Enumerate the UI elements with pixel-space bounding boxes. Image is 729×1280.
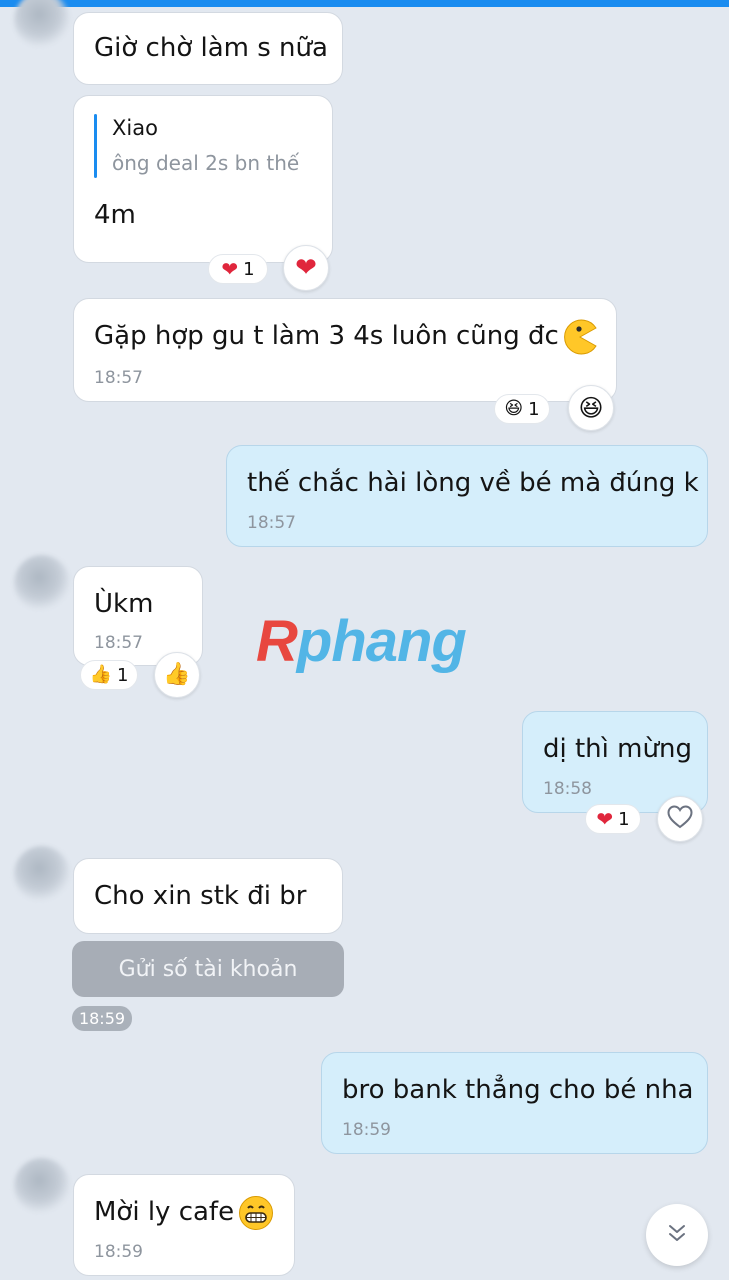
message-time: 18:59 — [342, 1120, 391, 1140]
message-text: Ùkm — [94, 589, 154, 619]
watermark-first-letter: R — [256, 609, 298, 674]
avatar[interactable] — [14, 1158, 70, 1214]
react-button[interactable]: 😆 — [568, 385, 614, 431]
reaction-count[interactable]: ❤ 1 — [585, 804, 641, 834]
quote-text: ông deal 2s bn thế — [112, 151, 300, 175]
message-time: 18:59 — [72, 1006, 132, 1031]
heart-outline-icon — [667, 805, 693, 833]
message-bubble-outgoing[interactable]: thế chắc hài lòng về bé mà đúng k 18:57 — [226, 445, 708, 547]
message-text: thế chắc hài lòng về bé mà đúng k — [247, 468, 699, 498]
heart-icon: ❤ — [596, 807, 614, 831]
avatar[interactable] — [14, 0, 70, 48]
react-button[interactable] — [657, 796, 703, 842]
heart-icon: ❤ — [221, 257, 239, 281]
avatar[interactable] — [14, 846, 70, 902]
send-account-number-button[interactable]: Gửi số tài khoản — [72, 941, 344, 997]
reaction-count-number: 1 — [243, 258, 255, 280]
heart-icon: ❤ — [295, 253, 317, 283]
reaction-count[interactable]: 👍 1 — [80, 660, 138, 690]
grinning-face-icon — [238, 1195, 274, 1231]
avatar[interactable] — [14, 555, 70, 611]
message-bubble-incoming[interactable]: Xiao ông deal 2s bn thế 4m — [73, 95, 333, 263]
message-text: Gặp hợp gu t làm 3 4s luôn cũng đc — [94, 321, 559, 351]
watermark-rest: phang — [296, 609, 467, 674]
reaction-count[interactable]: 😆 1 — [494, 394, 550, 424]
thumbs-up-icon: 👍 — [89, 664, 112, 685]
message-text: 4m — [94, 200, 136, 230]
react-button[interactable]: ❤ — [283, 245, 329, 291]
quote-author: Xiao — [112, 116, 158, 140]
thumbs-up-icon: 👍 — [163, 662, 191, 687]
pacman-emoji-icon — [562, 319, 598, 355]
reaction-count-number: 1 — [528, 398, 540, 420]
laughing-face-icon: 😆 — [578, 394, 604, 422]
message-bubble-incoming[interactable]: Cho xin stk đi br — [73, 858, 343, 934]
watermark-logo: Rphang — [256, 608, 467, 675]
message-bubble-outgoing[interactable]: bro bank thẳng cho bé nha 18:59 — [321, 1052, 708, 1154]
message-text: dị thì mừng — [543, 734, 692, 764]
message-bubble-incoming[interactable]: Gặp hợp gu t làm 3 4s luôn cũng đc 18:57 — [73, 298, 617, 402]
reaction-count-number: 1 — [116, 664, 129, 686]
top-accent-bar — [0, 0, 729, 7]
message-bubble-incoming[interactable]: Giờ chờ làm s nữa — [73, 12, 343, 85]
react-button[interactable]: 👍 — [154, 652, 200, 698]
reaction-count-number: 1 — [618, 808, 630, 830]
message-time: 18:57 — [94, 633, 143, 653]
message-text: bro bank thẳng cho bé nha — [342, 1075, 694, 1105]
scroll-to-bottom-button[interactable] — [646, 1204, 708, 1266]
message-text: Mời ly cafe — [94, 1197, 235, 1227]
message-bubble-incoming[interactable]: Mời ly cafe 18:59 — [73, 1174, 295, 1276]
message-text: Cho xin stk đi br — [94, 881, 307, 911]
message-text: Giờ chờ làm s nữa — [94, 33, 328, 63]
message-time: 18:59 — [94, 1242, 143, 1262]
reaction-count[interactable]: ❤ 1 — [208, 254, 268, 284]
message-time: 18:57 — [247, 513, 296, 533]
double-chevron-down-icon — [666, 1222, 688, 1248]
quote-bar — [94, 114, 97, 178]
message-bubble-incoming[interactable]: Ùkm 18:57 — [73, 566, 203, 666]
message-time: 18:58 — [543, 779, 592, 799]
laughing-face-icon: 😆 — [504, 398, 524, 419]
message-time: 18:57 — [94, 368, 143, 388]
